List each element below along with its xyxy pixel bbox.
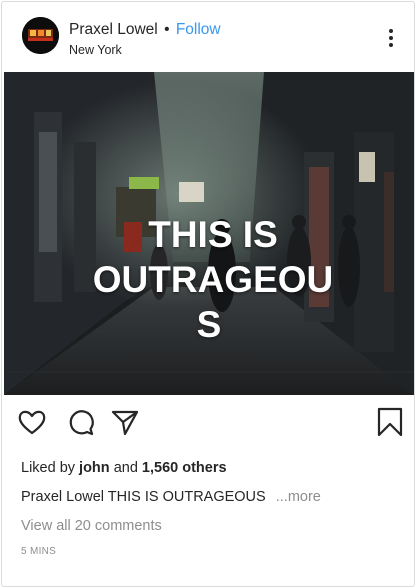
- comment-icon[interactable]: [66, 407, 96, 437]
- post-card: Praxel Lowel • Follow New York THIS IS O…: [1, 1, 415, 587]
- post-timestamp: 5 MINS: [21, 546, 57, 557]
- likes-count-link[interactable]: 1,560 others: [142, 460, 227, 476]
- separator-dot: •: [164, 21, 170, 38]
- location-link[interactable]: New York: [69, 43, 122, 57]
- bookmark-icon[interactable]: [375, 407, 405, 437]
- view-all-comments-link[interactable]: View all 20 comments: [21, 518, 162, 534]
- share-icon[interactable]: [110, 407, 140, 437]
- likes-summary: Liked by john and 1,560 others: [21, 460, 227, 476]
- likes-prefix: Liked by: [21, 460, 76, 476]
- post-header: Praxel Lowel • Follow New York: [2, 2, 414, 72]
- heart-icon[interactable]: [17, 407, 47, 437]
- username-row: Praxel Lowel • Follow: [69, 21, 221, 39]
- caption: Praxel Lowel THIS IS OUTRAGEOUS ...more: [21, 489, 321, 505]
- overlay-line-3: S: [196, 304, 222, 345]
- more-vertical-icon[interactable]: [384, 26, 398, 50]
- follow-button[interactable]: Follow: [176, 21, 221, 38]
- caption-text: THIS IS OUTRAGEOUS: [107, 489, 266, 505]
- post-image[interactable]: THIS IS OUTRAGEOU S: [4, 72, 414, 395]
- overlay-caption: THIS IS OUTRAGEOU S: [4, 212, 414, 347]
- action-bar: [2, 407, 414, 447]
- caption-more-link[interactable]: ...more: [276, 489, 321, 505]
- avatar[interactable]: [22, 17, 59, 54]
- caption-username-link[interactable]: Praxel Lowel: [21, 489, 104, 505]
- overlay-line-2: OUTRAGEOU: [92, 259, 334, 300]
- likes-middle: and: [113, 460, 138, 476]
- liked-by-user-link[interactable]: john: [79, 460, 110, 476]
- overlay-line-1: THIS IS: [148, 214, 278, 255]
- username-link[interactable]: Praxel Lowel: [69, 21, 158, 38]
